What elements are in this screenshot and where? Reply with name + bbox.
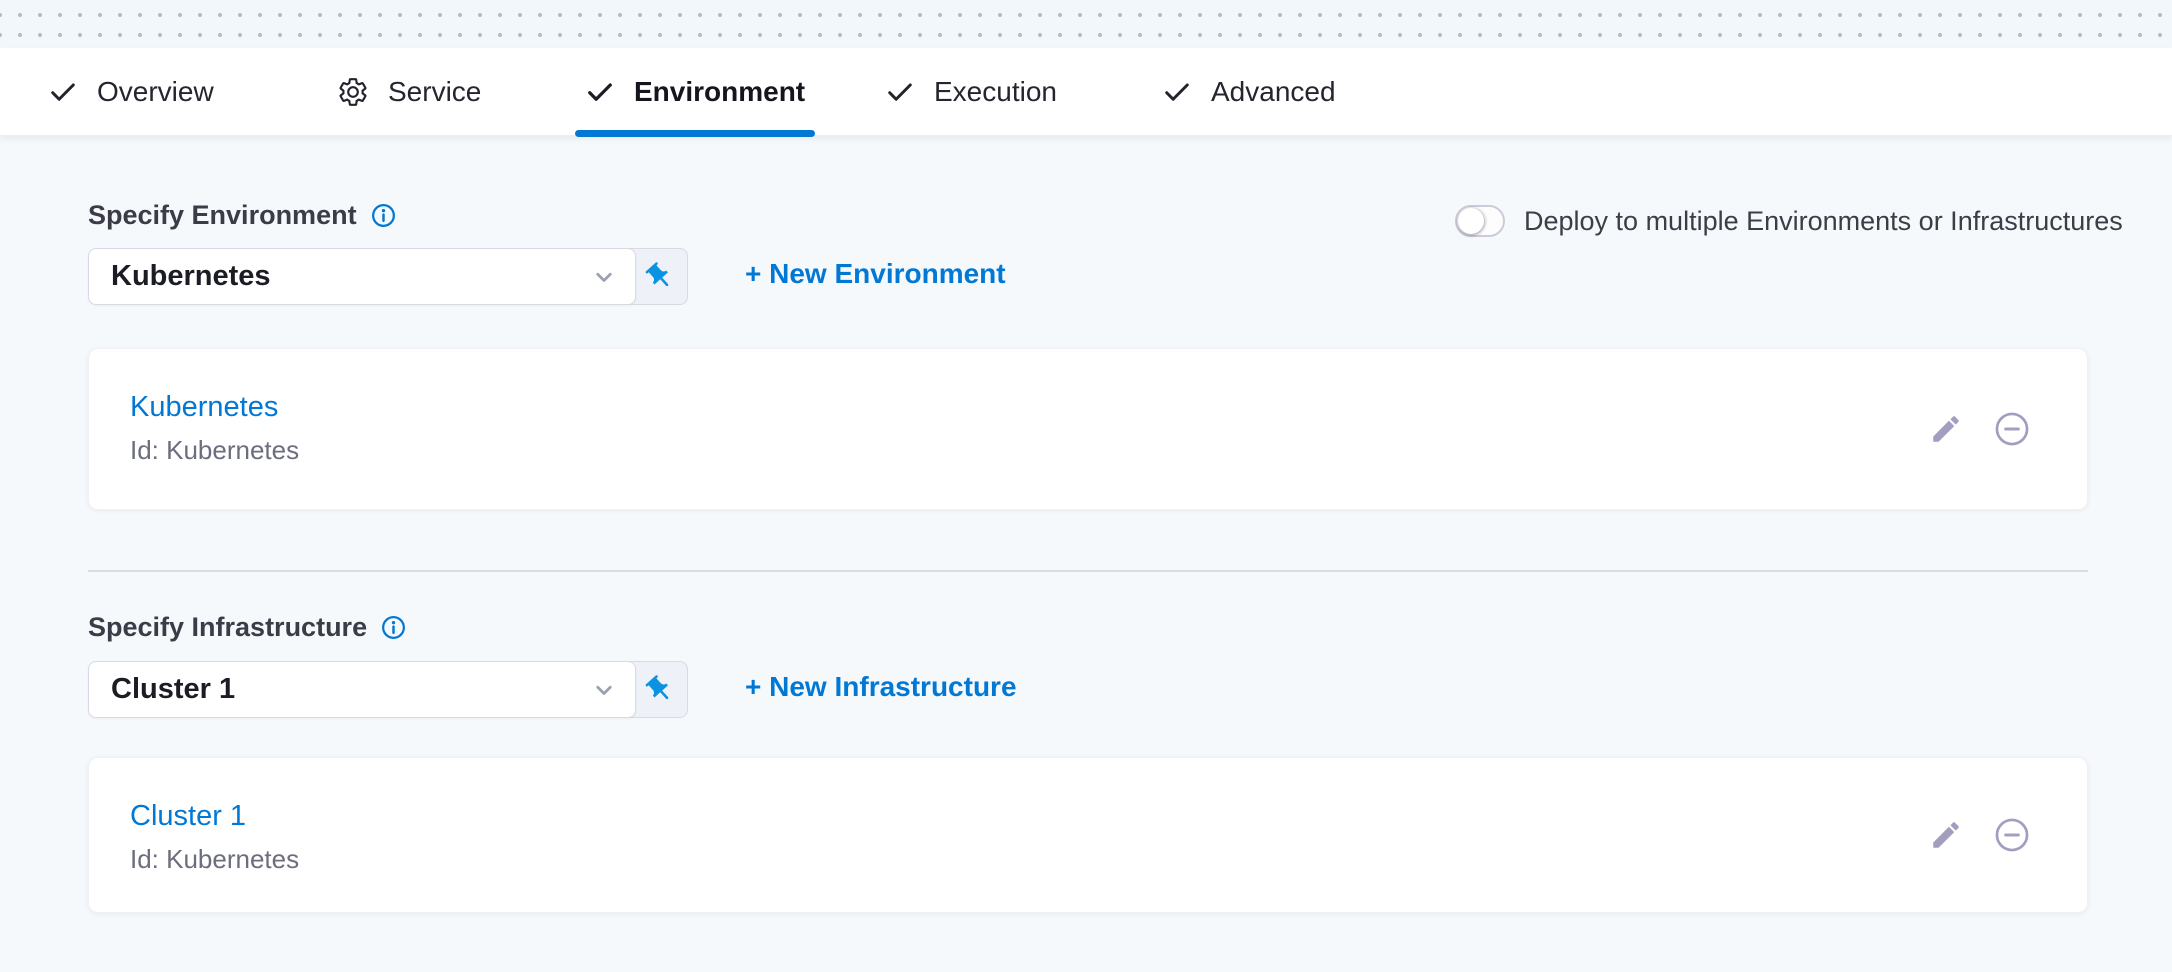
multi-environment-toggle-row: Deploy to multiple Environments or Infra… — [1455, 205, 2123, 237]
new-environment-link[interactable]: + New Environment — [745, 258, 1006, 290]
edit-environment-button[interactable] — [1929, 412, 1963, 446]
stage-tabs-bar: Overview Service Environment Execution A — [0, 48, 2172, 136]
specify-infrastructure-text: Specify Infrastructure — [88, 612, 367, 643]
tab-execution[interactable]: Execution — [885, 48, 1057, 135]
environment-select: Kubernetes — [88, 248, 688, 305]
check-icon — [885, 77, 915, 107]
infrastructure-card: Cluster 1 Id: Kubernetes — [88, 757, 2088, 913]
new-infrastructure-link[interactable]: + New Infrastructure — [745, 671, 1017, 703]
check-icon — [48, 77, 78, 107]
section-divider — [88, 570, 2088, 572]
environment-card-id: Id: Kubernetes — [130, 435, 299, 466]
environment-card-actions — [1929, 349, 2031, 509]
tab-environment-label: Environment — [634, 76, 805, 108]
active-tab-underline — [575, 130, 815, 137]
specify-environment-label: Specify Environment — [88, 200, 397, 231]
gear-icon — [337, 76, 369, 108]
check-icon — [585, 77, 615, 107]
environment-select-input[interactable]: Kubernetes — [88, 248, 636, 305]
chevron-down-icon — [589, 262, 619, 292]
infrastructure-card-title[interactable]: Cluster 1 — [130, 800, 246, 833]
toggle-knob — [1458, 208, 1484, 234]
infrastructure-card-id: Id: Kubernetes — [130, 844, 299, 875]
infrastructure-select: Cluster 1 — [88, 661, 688, 718]
specify-infrastructure-label: Specify Infrastructure — [88, 612, 407, 643]
dotted-canvas-background — [0, 0, 2172, 48]
infrastructure-select-value: Cluster 1 — [111, 673, 235, 706]
edit-infrastructure-button[interactable] — [1929, 818, 1963, 852]
check-icon — [1162, 77, 1192, 107]
pencil-icon — [1929, 818, 1963, 852]
tab-overview-label: Overview — [97, 76, 214, 108]
chevron-down-icon — [589, 675, 619, 705]
pencil-icon — [1929, 412, 1963, 446]
multi-environment-toggle[interactable] — [1455, 205, 1505, 237]
environment-select-value: Kubernetes — [111, 260, 271, 293]
multi-environment-toggle-label: Deploy to multiple Environments or Infra… — [1524, 206, 2123, 237]
info-icon[interactable] — [380, 614, 407, 641]
pin-icon — [638, 668, 682, 712]
tab-environment[interactable]: Environment — [585, 48, 805, 135]
remove-infrastructure-button[interactable] — [1993, 816, 2031, 854]
infrastructure-select-input[interactable]: Cluster 1 — [88, 661, 636, 718]
tab-service-label: Service — [388, 76, 481, 108]
environment-card-title[interactable]: Kubernetes — [130, 391, 278, 424]
minus-circle-icon — [1993, 410, 2031, 448]
tab-overview[interactable]: Overview — [48, 48, 214, 135]
tab-advanced[interactable]: Advanced — [1162, 48, 1336, 135]
minus-circle-icon — [1993, 816, 2031, 854]
info-icon[interactable] — [370, 202, 397, 229]
pin-icon — [638, 255, 682, 299]
infrastructure-card-actions — [1929, 758, 2031, 912]
specify-environment-text: Specify Environment — [88, 200, 357, 231]
remove-environment-button[interactable] — [1993, 410, 2031, 448]
tab-advanced-label: Advanced — [1211, 76, 1336, 108]
tab-execution-label: Execution — [934, 76, 1057, 108]
tab-service[interactable]: Service — [337, 48, 481, 135]
environment-card: Kubernetes Id: Kubernetes — [88, 348, 2088, 510]
